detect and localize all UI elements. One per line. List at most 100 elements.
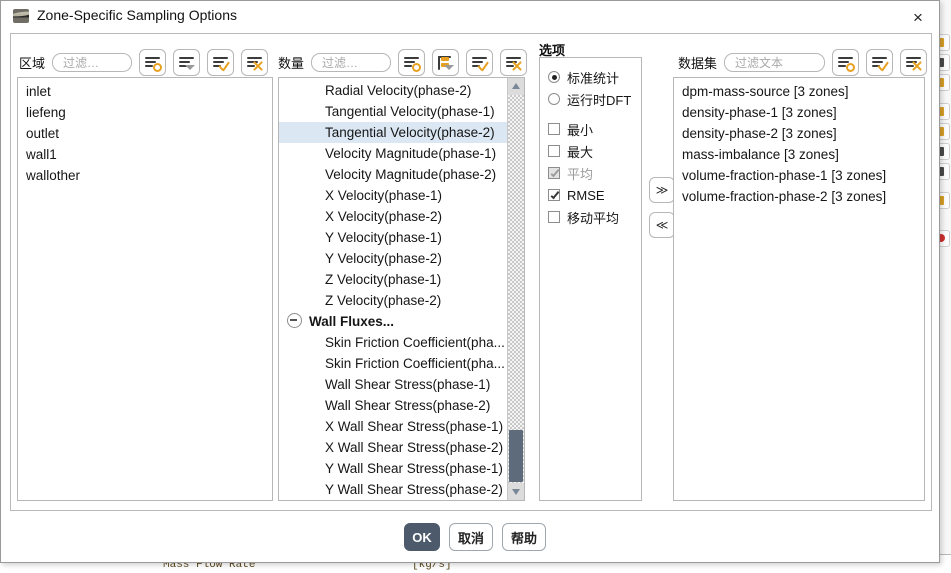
quantities-select-all-icon[interactable] xyxy=(398,49,426,76)
datasets-clear-icon[interactable] xyxy=(900,49,928,76)
option-label: 运行时DFT xyxy=(567,92,632,108)
checkbox-icon[interactable] xyxy=(548,189,560,201)
tree-node-label: Wall Fluxes... xyxy=(309,314,395,329)
option-label: 标准统计 xyxy=(567,70,620,86)
zones-filter-input[interactable] xyxy=(61,54,124,71)
cancel-button[interactable]: 取消 xyxy=(449,523,493,551)
scroll-up-icon[interactable] xyxy=(508,78,524,95)
quantities-listbox[interactable]: Radial Velocity(phase-2) Tangential Veloc… xyxy=(278,77,525,501)
quantities-label: 数量 xyxy=(278,56,305,71)
options-checkbox-group: 最小最大平均 RMSE 移动平均 xyxy=(548,118,641,228)
list-item[interactable]: Y Velocity(phase-1) xyxy=(279,227,507,248)
option-checkbox-row[interactable]: 最大 xyxy=(548,140,641,162)
checkbox-icon[interactable] xyxy=(548,145,560,157)
datasets-select-all-icon[interactable] xyxy=(832,49,860,76)
list-item[interactable]: Velocity Magnitude(phase-1) xyxy=(279,143,507,164)
option-checkbox-row[interactable]: 移动平均 xyxy=(548,206,641,228)
options-radio-group: 标准统计运行时DFT xyxy=(548,66,641,110)
option-checkbox-row[interactable]: RMSE xyxy=(548,184,641,206)
scrollbar-track[interactable] xyxy=(508,95,524,483)
quantities-clear-icon[interactable] xyxy=(500,49,528,76)
list-item[interactable]: outlet xyxy=(18,123,272,144)
list-item[interactable]: Skin Friction Coefficient(pha... xyxy=(279,353,507,374)
dialog-title: Zone-Specific Sampling Options xyxy=(37,7,237,23)
options-panel: 标准统计运行时DFT 最小最大平均 RMSE 移动平均 xyxy=(539,57,642,501)
list-item[interactable]: Wall Shear Stress(phase-1) xyxy=(279,374,507,395)
zone-specific-sampling-dialog: Zone-Specific Sampling Options × 区域 数量 xyxy=(0,0,940,563)
option-checkbox-row: 平均 xyxy=(548,162,641,184)
zones-select-all-icon[interactable] xyxy=(139,49,167,76)
list-item[interactable]: Tangential Velocity(phase-1) xyxy=(279,101,507,122)
list-item[interactable]: Y Wall Shear Stress(phase-1) xyxy=(279,458,507,479)
list-item[interactable]: dpm-mass-source [3 zones] xyxy=(674,81,924,102)
list-item[interactable]: Radial Velocity(phase-2) xyxy=(279,80,507,101)
list-item[interactable]: X Wall Shear Stress(phase-2) xyxy=(279,437,507,458)
list-item[interactable]: Velocity Magnitude(phase-2) xyxy=(279,164,507,185)
list-item[interactable]: liefeng xyxy=(18,102,272,123)
quantities-toolbar: 数量 xyxy=(278,49,528,76)
fluent-app-icon xyxy=(13,9,29,23)
radio-button-icon[interactable] xyxy=(548,93,560,105)
zones-filter-box[interactable] xyxy=(52,53,133,72)
list-item[interactable]: wall1 xyxy=(18,144,272,165)
datasets-filter-input[interactable] xyxy=(733,54,817,71)
option-label: RMSE xyxy=(567,187,605,203)
zones-clear-icon[interactable] xyxy=(241,49,269,76)
list-item[interactable]: volume-fraction-phase-2 [3 zones] xyxy=(674,186,924,207)
checkbox-icon[interactable] xyxy=(548,123,560,135)
list-item[interactable]: X Velocity(phase-1) xyxy=(279,185,507,206)
zones-sort-icon[interactable] xyxy=(173,49,201,76)
list-item[interactable]: X Wall Shear Stress(phase-1) xyxy=(279,416,507,437)
datasets-label: 数据集 xyxy=(678,56,718,71)
datasets-toolbar: 数据集 xyxy=(678,49,928,76)
option-radio-row[interactable]: 标准统计 xyxy=(548,66,641,88)
add-to-datasets-button[interactable]: ≫ xyxy=(649,177,675,203)
option-label: 最小 xyxy=(567,122,594,138)
datasets-filter-box[interactable] xyxy=(724,53,826,72)
checkbox-icon[interactable] xyxy=(548,211,560,223)
option-label: 移动平均 xyxy=(567,210,620,226)
list-item[interactable]: Y Wall Shear Stress(phase-2) xyxy=(279,479,507,500)
radio-button-icon[interactable] xyxy=(548,71,560,83)
list-item[interactable]: Wall Shear Stress(phase-2) xyxy=(279,395,507,416)
remove-from-datasets-button[interactable]: ≪ xyxy=(649,212,675,238)
datasets-check-icon[interactable] xyxy=(866,49,894,76)
quantities-scrollbar[interactable] xyxy=(507,78,524,500)
checkbox-icon xyxy=(548,167,560,179)
list-item-selected[interactable]: Tangential Velocity(phase-2) xyxy=(279,122,507,143)
list-item[interactable]: inlet xyxy=(18,81,272,102)
option-radio-row[interactable]: 运行时DFT xyxy=(548,88,641,110)
ok-button[interactable]: OK xyxy=(404,523,440,551)
quantities-check-icon[interactable] xyxy=(466,49,494,76)
quantities-filter-box[interactable] xyxy=(311,53,392,72)
collapse-icon[interactable] xyxy=(287,313,302,328)
list-item[interactable]: density-phase-2 [3 zones] xyxy=(674,123,924,144)
help-button[interactable]: 帮助 xyxy=(502,523,546,551)
close-icon[interactable]: × xyxy=(905,6,931,28)
list-item[interactable]: Skin Friction Coefficient(pha... xyxy=(279,332,507,353)
list-item[interactable]: X Velocity(phase-2) xyxy=(279,206,507,227)
zones-listbox[interactable]: inlet liefeng outlet wall1 wallother xyxy=(17,77,273,501)
datasets-listbox[interactable]: dpm-mass-source [3 zones] density-phase-1… xyxy=(673,77,925,501)
option-label: 平均 xyxy=(567,166,594,182)
option-checkbox-row[interactable]: 最小 xyxy=(548,118,641,140)
list-item[interactable]: density-phase-1 [3 zones] xyxy=(674,102,924,123)
tree-node[interactable]: Wall Fluxes... xyxy=(279,311,507,332)
list-item[interactable]: Z Velocity(phase-2) xyxy=(279,290,507,311)
option-label: 最大 xyxy=(567,144,594,160)
dialog-button-bar: OK 取消 帮助 xyxy=(1,513,941,563)
zones-check-icon[interactable] xyxy=(207,49,235,76)
list-item[interactable]: Y Velocity(phase-2) xyxy=(279,248,507,269)
list-item[interactable]: wallother xyxy=(18,165,272,186)
quantities-filter-input[interactable] xyxy=(320,54,383,71)
list-item[interactable]: volume-fraction-phase-1 [3 zones] xyxy=(674,165,924,186)
zones-label: 区域 xyxy=(19,56,46,71)
zones-toolbar: 区域 xyxy=(19,49,269,76)
scrollbar-thumb[interactable] xyxy=(509,430,523,482)
quantities-flag-sort-icon[interactable] xyxy=(432,49,460,76)
scroll-down-icon[interactable] xyxy=(508,483,524,500)
list-item[interactable]: Z Wall Shear Stress(phase-1) xyxy=(279,500,507,501)
list-item[interactable]: Z Velocity(phase-1) xyxy=(279,269,507,290)
dialog-titlebar: Zone-Specific Sampling Options × xyxy=(1,1,939,31)
list-item[interactable]: mass-imbalance [3 zones] xyxy=(674,144,924,165)
